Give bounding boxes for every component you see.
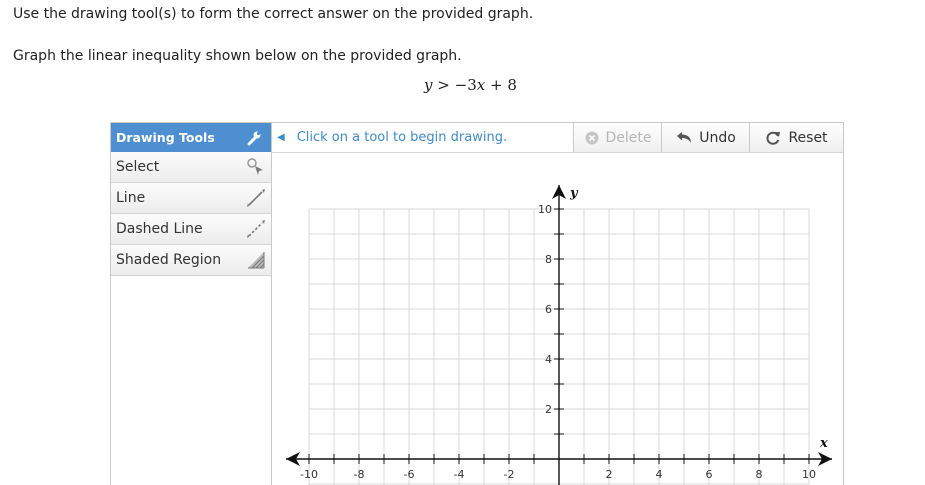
y-axis-label: y: [569, 186, 579, 201]
equation-lhs-var: y: [424, 76, 433, 94]
x-tick-label: 8: [756, 468, 763, 481]
delete-label: Delete: [605, 129, 652, 146]
undo-button[interactable]: Undo: [661, 123, 750, 152]
line-icon: [245, 187, 267, 209]
tool-shaded-region-label: Shaded Region: [116, 252, 222, 268]
select-pointer-icon: [245, 156, 267, 178]
equation-coefficient: −3: [454, 76, 477, 94]
wrench-icon: [243, 127, 265, 149]
equation-constant: 8: [507, 76, 517, 94]
tool-line-label: Line: [116, 190, 146, 206]
toolbar: ◀ Click on a tool to begin drawing. Dele…: [272, 123, 843, 153]
y-tick-label: 6: [545, 303, 552, 316]
y-tick-label: 8: [545, 253, 552, 266]
reset-label: Reset: [788, 129, 828, 146]
x-tick-label: 6: [706, 468, 713, 481]
tool-select-label: Select: [116, 159, 160, 175]
x-tick-label: -10: [300, 468, 318, 481]
x-axis-label: x: [819, 436, 828, 451]
y-tick-label: 2: [545, 403, 552, 416]
tool-dashed-line[interactable]: Dashed Line: [111, 214, 271, 245]
equation-rhs-var: x: [476, 76, 486, 94]
delete-icon: [585, 131, 598, 144]
x-tick-label: -6: [404, 468, 415, 481]
instruction-text: Use the drawing tool(s) to form the corr…: [13, 6, 534, 22]
caret-left-icon: ◀: [277, 132, 285, 143]
tool-shaded-region[interactable]: Shaded Region: [111, 245, 271, 276]
equation-operator: >: [437, 76, 450, 94]
undo-label: Undo: [699, 129, 736, 146]
toolbar-hint: ◀ Click on a tool to begin drawing.: [277, 123, 507, 152]
tool-line[interactable]: Line: [111, 183, 271, 214]
reset-icon: [766, 131, 781, 145]
x-tick-label: 2: [606, 468, 613, 481]
dashed-line-icon: [245, 218, 267, 240]
x-tick-label: -2: [504, 468, 515, 481]
drawing-tools-title: Drawing Tools: [116, 130, 215, 145]
x-tick-label: -8: [354, 468, 365, 481]
shaded-region-icon: [245, 249, 267, 271]
y-tick-label: 4: [545, 353, 552, 366]
hint-text: Click on a tool to begin drawing.: [296, 130, 508, 145]
tool-dashed-line-label: Dashed Line: [116, 221, 203, 237]
graphing-widget: Drawing Tools Select Line Dashed Line Sh…: [110, 122, 844, 485]
equation-plus: +: [490, 76, 503, 94]
coordinate-graph[interactable]: -10 -8 -6 -4 -2 2 4 6 8 10 10 8 6 4 2 x y: [272, 153, 842, 485]
tool-select[interactable]: Select: [111, 152, 271, 183]
inequality-equation: y > −3x + 8: [424, 76, 517, 94]
undo-icon: [677, 131, 692, 143]
question-text: Graph the linear inequality shown below …: [13, 48, 462, 64]
delete-button[interactable]: Delete: [573, 123, 662, 152]
x-tick-label: -4: [454, 468, 465, 481]
x-tick-label: 4: [656, 468, 663, 481]
drawing-tools-header: Drawing Tools: [111, 123, 271, 152]
drawing-tools-panel: Drawing Tools Select Line Dashed Line Sh…: [111, 123, 272, 485]
x-tick-label: 10: [802, 468, 816, 481]
y-tick-label: 10: [538, 203, 552, 216]
reset-button[interactable]: Reset: [749, 123, 843, 152]
